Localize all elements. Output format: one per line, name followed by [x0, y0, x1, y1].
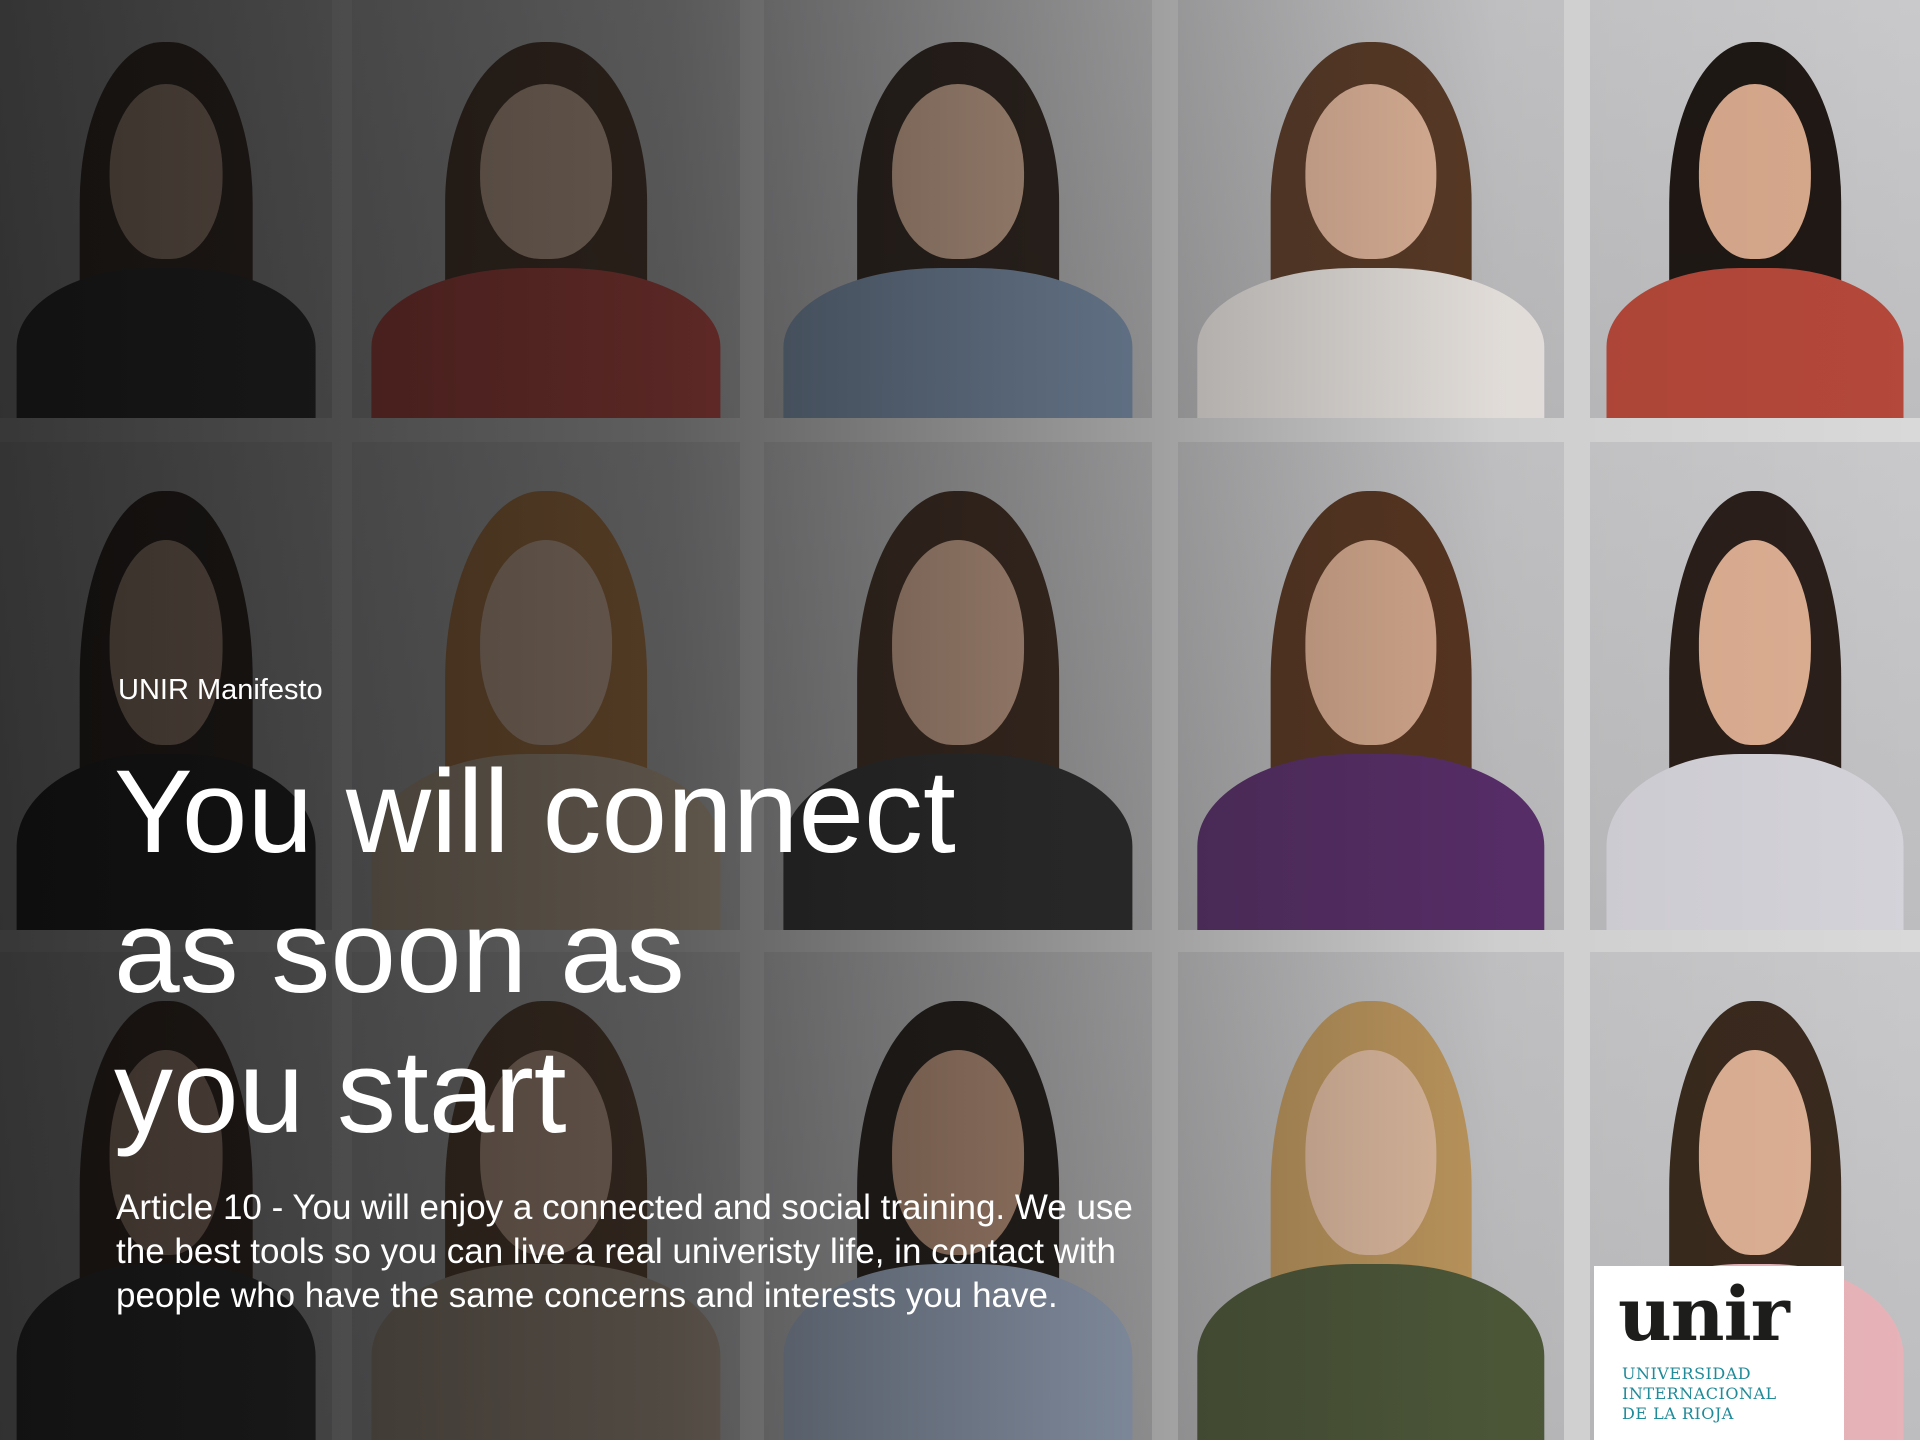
logo-line: INTERNACIONAL	[1622, 1384, 1777, 1403]
logo-line: DE LA RIOJA	[1622, 1404, 1734, 1423]
portrait-face	[892, 83, 1024, 260]
portrait-body	[1197, 754, 1545, 930]
portrait-face	[109, 83, 223, 260]
portrait-face	[1698, 539, 1812, 745]
logo-line: UNIVERSIDAD	[1622, 1364, 1752, 1383]
portrait-body	[16, 267, 316, 418]
unir-logo: unir UNIVERSIDAD INTERNACIONAL DE LA RIO…	[1594, 1266, 1844, 1440]
logo-subtitle: UNIVERSIDAD INTERNACIONAL DE LA RIOJA	[1622, 1364, 1777, 1424]
portrait-face	[1305, 83, 1437, 260]
portrait-body	[783, 267, 1133, 418]
portrait-face	[480, 539, 612, 745]
portrait-body	[1197, 267, 1545, 418]
portrait-woman-green-top	[1178, 952, 1564, 1440]
headline-line: as soon as	[114, 886, 685, 1018]
headline-line: You will connect	[114, 746, 956, 878]
article-text: Article 10 - You will enjoy a connected …	[116, 1188, 1133, 1315]
portrait-woman-white-tshirt	[1178, 0, 1564, 418]
portrait-body	[1606, 754, 1904, 930]
logo-wordmark: unir	[1618, 1272, 1790, 1358]
portrait-man-striped-polo	[1590, 442, 1920, 930]
portrait-face	[1698, 1049, 1812, 1255]
headline-line: you start	[114, 1026, 567, 1158]
portrait-body	[1197, 1264, 1545, 1440]
portrait-face	[1305, 539, 1437, 745]
manifesto-kicker: UNIR Manifesto	[118, 674, 323, 706]
portrait-body	[1606, 267, 1904, 418]
portrait-face	[1698, 83, 1812, 260]
portrait-face	[1305, 1049, 1437, 1255]
portrait-woman-dark-blazer	[0, 0, 332, 418]
portrait-body	[371, 267, 721, 418]
portrait-woman-purple-tshirt	[1178, 442, 1564, 930]
portrait-woman-patterned-top	[1590, 0, 1920, 418]
portrait-face	[892, 539, 1024, 745]
manifesto-headline: You will connect as soon as you start	[114, 742, 1014, 1162]
portrait-woman-red-top	[352, 0, 740, 418]
portrait-face	[109, 539, 223, 745]
portrait-face	[480, 83, 612, 260]
portrait-man-glasses-blue-shirt	[764, 0, 1152, 418]
